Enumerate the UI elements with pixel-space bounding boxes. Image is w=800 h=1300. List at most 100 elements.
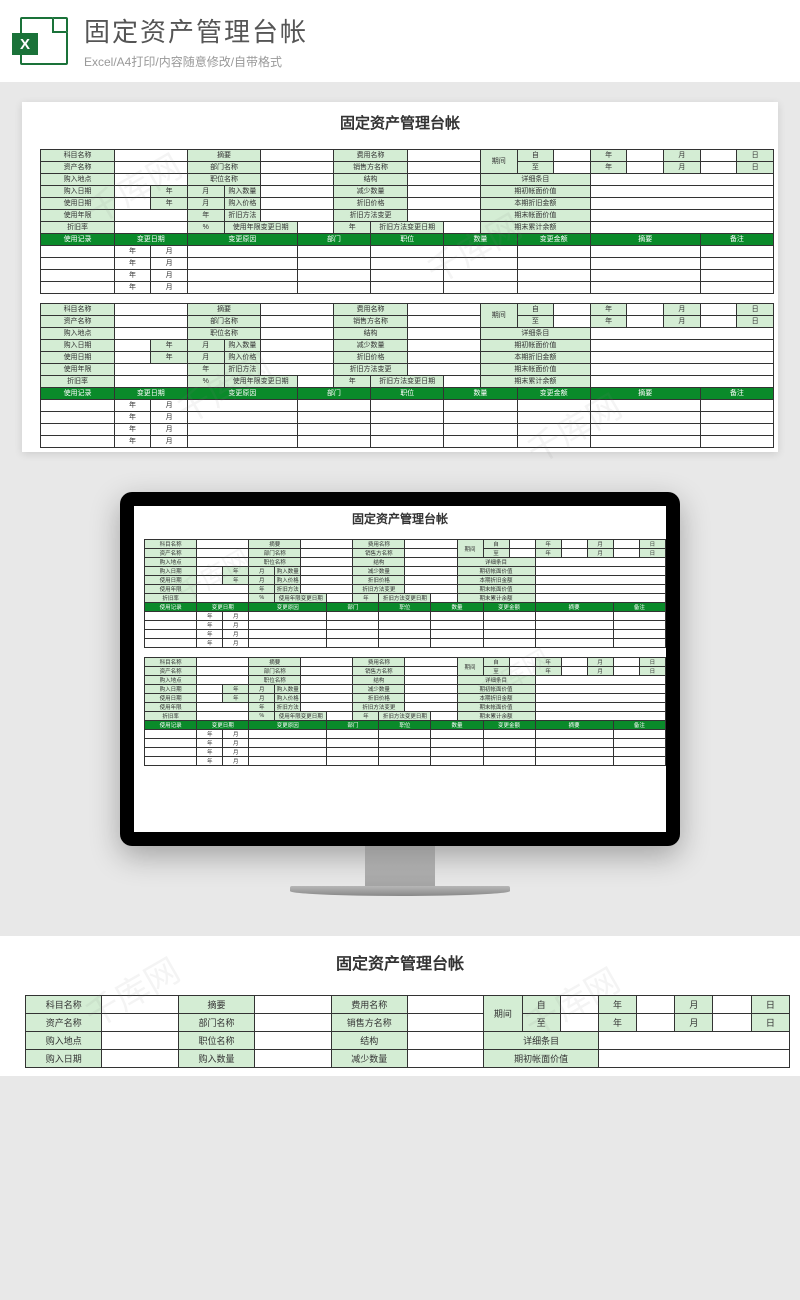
label-from: 自: [483, 540, 509, 549]
label-buy-qty: 购入数量: [275, 567, 301, 576]
label-buy-price: 购入价格: [224, 197, 261, 209]
label-open-remain: 期初帐面价值: [480, 185, 590, 197]
label-dep-method-change: 折旧方法变更: [334, 209, 407, 221]
table-row: 年月: [26, 411, 774, 423]
col-use-record: 使用记录: [145, 603, 197, 612]
col-qty: 数量: [444, 233, 517, 245]
table-row: 年月: [134, 757, 666, 766]
table-row: 年月: [26, 423, 774, 435]
label-structure: 结构: [331, 1032, 407, 1050]
label-day: 日: [751, 996, 789, 1014]
label-from: 自: [522, 996, 560, 1014]
label-buy-qty: 购入数量: [224, 185, 261, 197]
label-summary: 摘要: [178, 996, 254, 1014]
label-open-remain: 期初帐面价值: [457, 567, 535, 576]
table-row: 年月: [26, 269, 774, 281]
label-to: 至: [517, 161, 554, 173]
asset-table: 科目名称 摘要 费用名称 期间 自年月日 资产名称 部门名称 销售方名称 至年月…: [26, 137, 774, 448]
table-row: 年月: [134, 612, 666, 621]
label-use-date: 使用日期: [145, 576, 197, 585]
col-remark: 备注: [613, 603, 665, 612]
table-row: 年月: [134, 639, 666, 648]
col-change-reason: 变更原因: [249, 603, 327, 612]
label-department: 部门名称: [178, 1014, 254, 1032]
label-buy-qty: 购入数量: [178, 1050, 254, 1068]
label-period: 期间: [484, 996, 522, 1032]
sheet-title: 固定资产管理台帐: [26, 106, 774, 137]
label-buy-place: 购入地点: [26, 1032, 102, 1050]
label-structure: 结构: [334, 173, 407, 185]
product-subtitle: Excel/A4打印/内容随意修改/自带格式: [84, 53, 308, 70]
label-dep-method-change: 折旧方法变更: [353, 585, 405, 594]
label-from: 自: [517, 149, 554, 161]
col-summary: 摘要: [590, 233, 700, 245]
col-position: 职位: [371, 233, 444, 245]
label-dep-method-change-date: 折旧方法变更日期: [379, 594, 431, 603]
label-department: 部门名称: [187, 161, 260, 173]
label-period: 期间: [457, 540, 483, 558]
col-change-reason: 变更原因: [187, 233, 297, 245]
col-department: 部门: [327, 603, 379, 612]
label-open-remain: 期初帐面价值: [484, 1050, 599, 1068]
label-seller: 销售方名称: [331, 1014, 407, 1032]
label-month: 月: [675, 996, 713, 1014]
excel-icon: [20, 17, 68, 65]
label-use-year-change-date: 使用年限变更日期: [275, 594, 327, 603]
col-use-record: 使用记录: [41, 233, 114, 245]
label-buy-date: 购入日期: [145, 567, 197, 576]
label-buy-place: 购入地点: [145, 558, 197, 567]
label-expense: 费用名称: [331, 996, 407, 1014]
label-dep-price: 折旧价格: [353, 576, 405, 585]
label-dep-price: 折旧价格: [334, 197, 407, 209]
label-department: 部门名称: [249, 549, 301, 558]
label-accum-dep: 期末累计余额: [480, 221, 590, 233]
table-row: 年月: [134, 748, 666, 757]
table-row: 年月: [26, 399, 774, 411]
label-accum-dep: 期末累计余额: [457, 594, 535, 603]
col-department: 部门: [297, 233, 370, 245]
label-period: 期间: [480, 149, 517, 173]
label-year: 年: [598, 996, 636, 1014]
sheet-title: 固定资产管理台帐: [134, 506, 666, 531]
label-use-date: 使用日期: [41, 197, 114, 209]
label-seller: 销售方名称: [353, 549, 405, 558]
label-cur-dep: 本期折旧金额: [480, 197, 590, 209]
label-dep-method: 折旧方法: [275, 585, 301, 594]
asset-table-crop: 科目名称 摘要 费用名称 期间 自年月日 资产名称 部门名称 销售方名称 至年月…: [10, 978, 790, 1069]
label-buy-date: 购入日期: [41, 185, 114, 197]
label-expense: 费用名称: [334, 149, 407, 161]
label-summary: 摘要: [187, 149, 260, 161]
label-detail: 详细条目: [480, 173, 590, 185]
table-row: 年月: [134, 739, 666, 748]
table-row: 年月: [26, 245, 774, 257]
label-pct: %: [187, 221, 224, 233]
label-dep-rate: 折旧率: [41, 221, 114, 233]
table-row: 年月: [134, 730, 666, 739]
label-expense: 费用名称: [353, 540, 405, 549]
label-use-years: 使用年限: [41, 209, 114, 221]
col-remark: 备注: [700, 233, 773, 245]
label-dep-method-change-date: 折旧方法变更日期: [371, 221, 444, 233]
col-change-amount: 变更金额: [517, 233, 590, 245]
table-row: 年月: [134, 621, 666, 630]
label-pct: %: [249, 594, 275, 603]
label-cur-dep: 本期折旧金额: [457, 576, 535, 585]
product-title: 固定资产管理台帐: [84, 12, 308, 49]
label-subject: 科目名称: [41, 149, 114, 161]
label-to: 至: [483, 549, 509, 558]
label-buy-date: 购入日期: [26, 1050, 102, 1068]
sheet-title: 固定资产管理台帐: [10, 944, 790, 978]
label-close-remain: 期末帐面价值: [480, 209, 590, 221]
label-buy-place: 购入地点: [41, 173, 114, 185]
label-dep-method: 折旧方法: [224, 209, 261, 221]
label-dep-rate: 折旧率: [145, 594, 197, 603]
label-to: 至: [522, 1014, 560, 1032]
label-asset-name: 资产名称: [145, 549, 197, 558]
label-buy-price: 购入价格: [275, 576, 301, 585]
label-asset-name: 资产名称: [41, 161, 114, 173]
label-seller: 销售方名称: [334, 161, 407, 173]
table-row: 年月: [26, 435, 774, 447]
col-qty: 数量: [431, 603, 483, 612]
label-structure: 结构: [353, 558, 405, 567]
monitor-stand-base: [290, 886, 510, 896]
